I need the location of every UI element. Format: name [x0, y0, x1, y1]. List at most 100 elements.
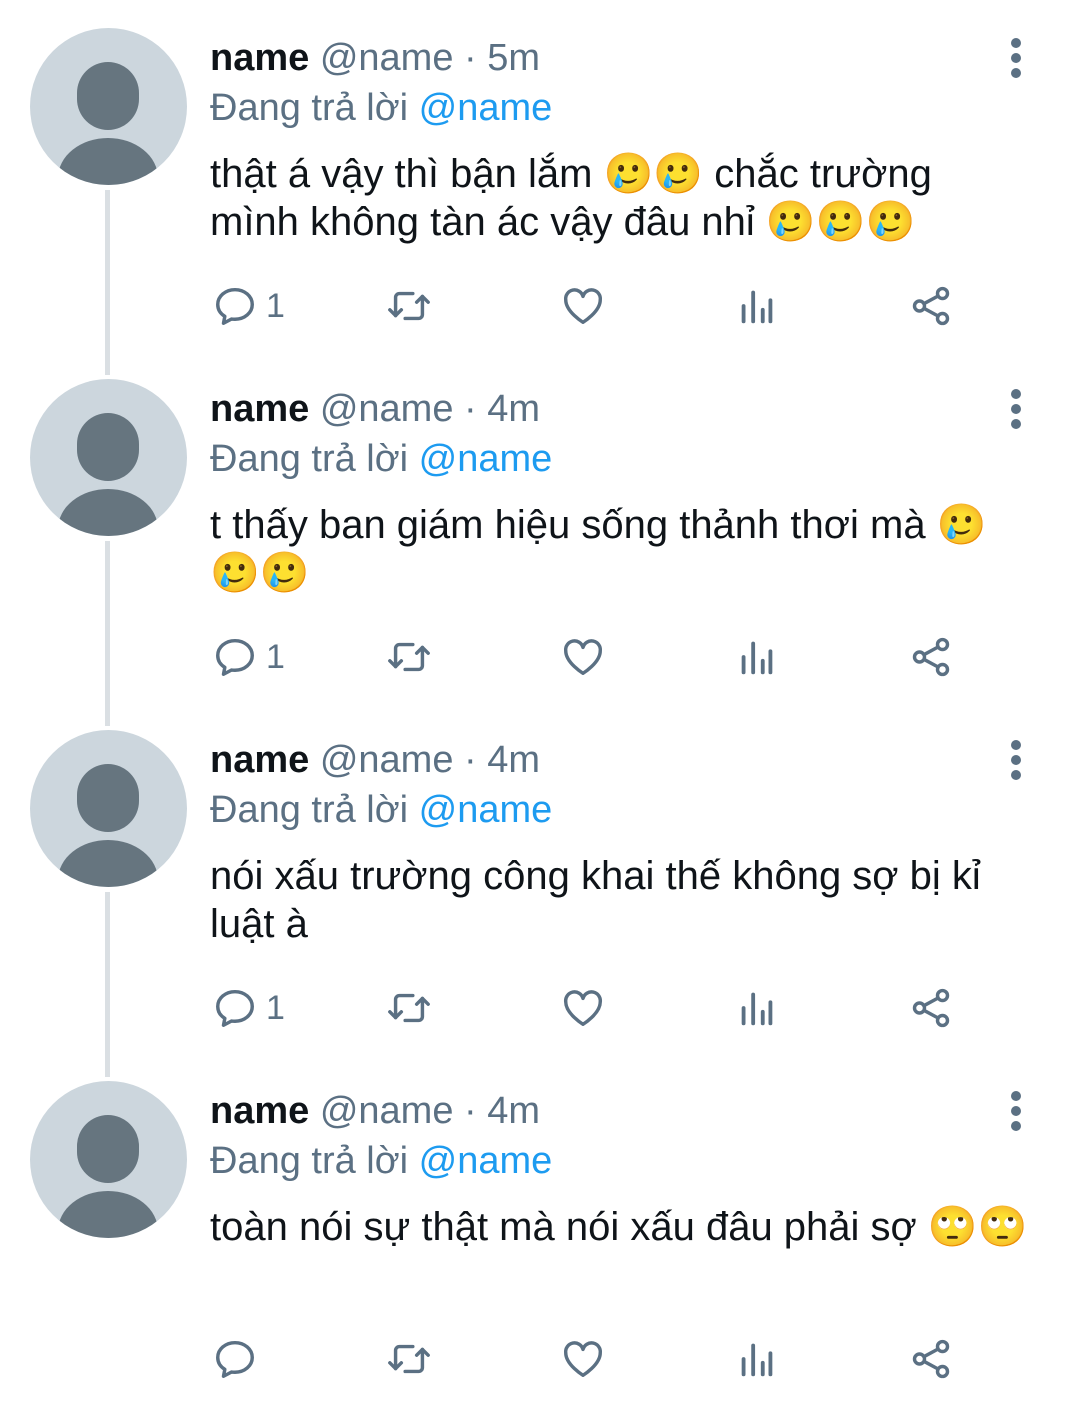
views-icon: [741, 641, 773, 675]
more-vertical-icon: [1011, 755, 1021, 765]
retweet-icon: [388, 1344, 430, 1374]
views-icon: [741, 1343, 773, 1377]
reply-thread: name @name · 5m Đang trả lời @name thật …: [0, 0, 1080, 1395]
replying-prefix: Đang trả lời: [210, 1140, 409, 1182]
timestamp[interactable]: 4m: [487, 739, 540, 781]
more-vertical-icon: [1011, 53, 1021, 63]
replying-to: Đang trả lời @name: [210, 788, 552, 832]
separator-dot: ·: [464, 388, 477, 430]
views-button[interactable]: [734, 629, 780, 685]
tweet-header: name @name · 4m: [210, 1089, 540, 1133]
timestamp[interactable]: 4m: [487, 388, 540, 430]
reply-button[interactable]: 1: [212, 629, 285, 685]
display-name[interactable]: name: [210, 1090, 309, 1132]
separator-dot: ·: [464, 37, 477, 79]
views-icon: [741, 992, 773, 1026]
retweet-button[interactable]: [386, 629, 432, 685]
more-vertical-icon: [1011, 38, 1021, 48]
avatar[interactable]: [30, 730, 187, 887]
heart-icon: [564, 288, 602, 325]
user-handle[interactable]: @name: [320, 1090, 454, 1132]
more-options-button[interactable]: [1004, 1091, 1030, 1131]
more-vertical-icon: [1011, 68, 1021, 78]
share-button[interactable]: [908, 278, 954, 334]
tweet-header: name @name · 5m: [210, 36, 540, 80]
avatar-head-shape: [77, 1115, 139, 1183]
user-handle[interactable]: @name: [320, 37, 454, 79]
share-button[interactable]: [908, 629, 954, 685]
avatar-body-shape: [58, 489, 158, 536]
like-button[interactable]: [560, 980, 606, 1036]
replying-to: Đang trả lời @name: [210, 1139, 552, 1183]
views-button[interactable]: [734, 980, 780, 1036]
retweet-button[interactable]: [386, 278, 432, 334]
more-vertical-icon: [1011, 389, 1021, 399]
display-name[interactable]: name: [210, 37, 309, 79]
avatar-body-shape: [58, 840, 158, 887]
mention-link[interactable]: @name: [419, 438, 553, 480]
avatar-head-shape: [77, 413, 139, 481]
mention-link[interactable]: @name: [419, 87, 553, 129]
retweet-button[interactable]: [386, 980, 432, 1036]
reply-icon: [216, 989, 254, 1027]
share-button[interactable]: [908, 1331, 954, 1387]
timestamp[interactable]: 5m: [487, 37, 540, 79]
more-vertical-icon: [1011, 1106, 1021, 1116]
like-button[interactable]: [560, 278, 606, 334]
user-handle[interactable]: @name: [320, 388, 454, 430]
action-bar: 1: [0, 980, 1080, 1040]
retweet-button[interactable]: [386, 1331, 432, 1387]
tweet[interactable]: name @name · 4m Đang trả lời @name nói x…: [0, 702, 1080, 1077]
more-vertical-icon: [1011, 740, 1021, 750]
tweet-text: nói xấu trường công khai thế không sợ bị…: [210, 854, 981, 946]
views-button[interactable]: [734, 278, 780, 334]
share-icon: [912, 988, 950, 1028]
mention-link[interactable]: @name: [419, 789, 553, 831]
more-options-button[interactable]: [1004, 38, 1030, 78]
tweet[interactable]: name @name · 4m Đang trả lời @name toàn …: [0, 1053, 1080, 1404]
reply-icon: [216, 1340, 254, 1378]
tweet-text: t thấy ban giám hiệu sống thảnh thơi mà …: [210, 503, 987, 595]
retweet-icon: [388, 291, 430, 321]
views-icon: [741, 290, 773, 324]
timestamp[interactable]: 4m: [487, 1090, 540, 1132]
retweet-icon: [388, 993, 430, 1023]
tweet[interactable]: name @name · 5m Đang trả lời @name thật …: [0, 0, 1080, 375]
separator-dot: ·: [464, 1090, 477, 1132]
replying-prefix: Đang trả lời: [210, 789, 409, 831]
more-vertical-icon: [1011, 1121, 1021, 1131]
more-vertical-icon: [1011, 770, 1021, 780]
avatar[interactable]: [30, 1081, 187, 1238]
reply-count: 1: [266, 286, 285, 325]
like-button[interactable]: [560, 1331, 606, 1387]
tweet[interactable]: name @name · 4m Đang trả lời @name t thấ…: [0, 351, 1080, 726]
avatar[interactable]: [30, 379, 187, 536]
user-handle[interactable]: @name: [320, 739, 454, 781]
reply-count: 1: [266, 637, 285, 676]
more-vertical-icon: [1011, 404, 1021, 414]
display-name[interactable]: name: [210, 739, 309, 781]
reply-button[interactable]: [212, 1331, 266, 1387]
reply-button[interactable]: 1: [212, 980, 285, 1036]
avatar-body-shape: [58, 1191, 158, 1238]
heart-icon: [564, 639, 602, 676]
mention-link[interactable]: @name: [419, 1140, 553, 1182]
more-options-button[interactable]: [1004, 389, 1030, 429]
more-vertical-icon: [1011, 419, 1021, 429]
action-bar: 1: [0, 278, 1080, 338]
display-name[interactable]: name: [210, 388, 309, 430]
replying-to: Đang trả lời @name: [210, 86, 552, 130]
reply-button[interactable]: 1: [212, 278, 285, 334]
more-vertical-icon: [1011, 1091, 1021, 1101]
tweet-header: name @name · 4m: [210, 387, 540, 431]
share-button[interactable]: [908, 980, 954, 1036]
avatar-body-shape: [58, 138, 158, 185]
share-icon: [912, 637, 950, 677]
tweet-text: thật á vậy thì bận lắm 🥲🥲 chắc trường mì…: [210, 152, 932, 244]
avatar[interactable]: [30, 28, 187, 185]
action-bar: [0, 1331, 1080, 1391]
replying-to: Đang trả lời @name: [210, 437, 552, 481]
like-button[interactable]: [560, 629, 606, 685]
more-options-button[interactable]: [1004, 740, 1030, 780]
views-button[interactable]: [734, 1331, 780, 1387]
